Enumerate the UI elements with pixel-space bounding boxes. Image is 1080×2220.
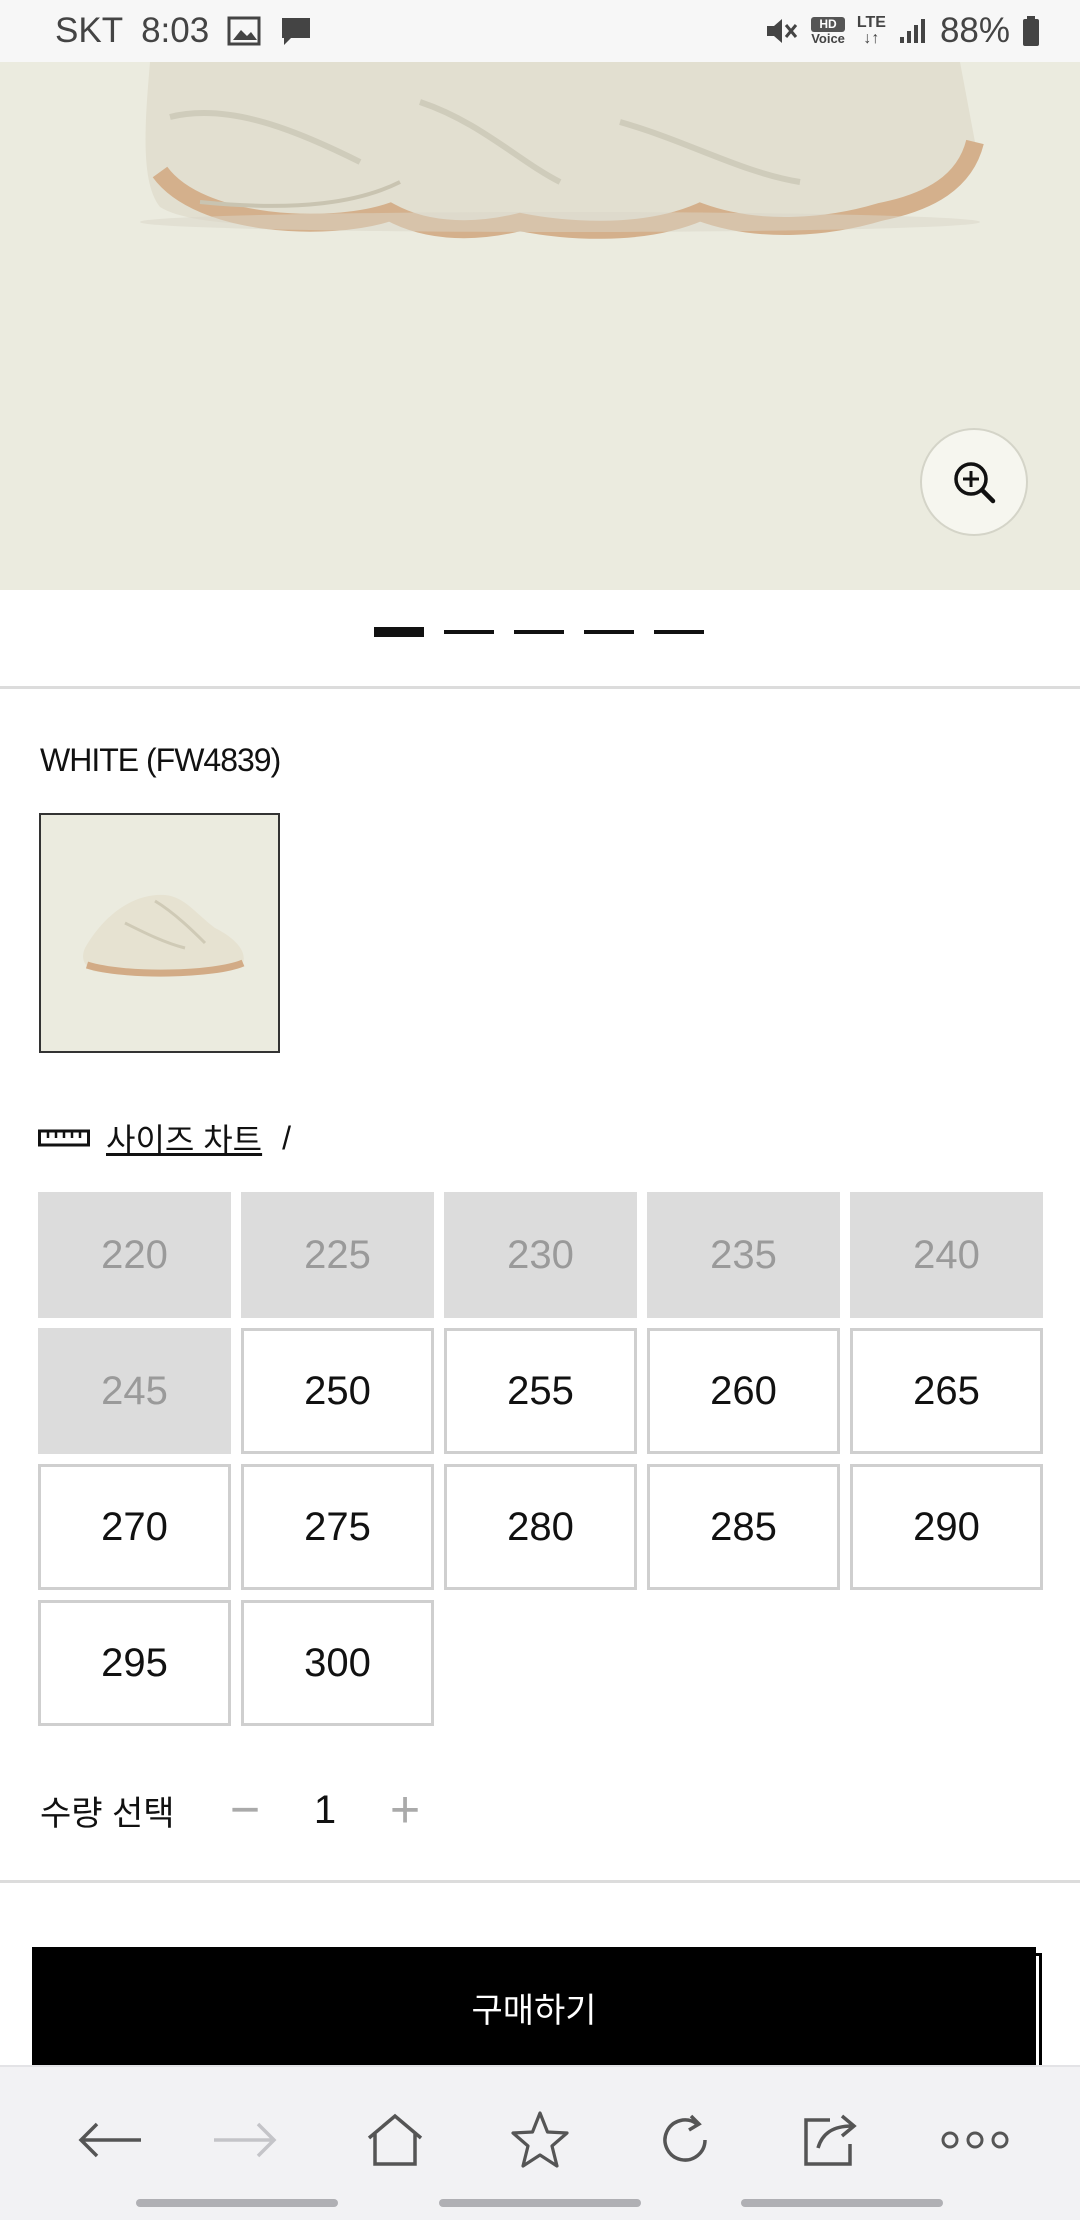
bookmark-button[interactable]	[500, 2105, 580, 2175]
more-button[interactable]	[935, 2105, 1015, 2175]
gesture-bar-center	[439, 2199, 641, 2207]
gesture-bar-right	[741, 2199, 943, 2207]
size-chart-link[interactable]: 사이즈 차트	[106, 1115, 262, 1161]
hd-label: HD	[811, 17, 845, 32]
hd-voice-icon: HD Voice	[811, 17, 845, 45]
quantity-label: 수량 선택	[40, 1794, 175, 1833]
sneaker-illustration	[140, 62, 984, 239]
image-notification-icon	[227, 16, 261, 46]
home-icon	[367, 2113, 423, 2166]
size-grid: 220 225 230 235 240 245 250 255 260 265 270 275 280 2…	[38, 1192, 1044, 1726]
size-option-290[interactable]: 290	[850, 1464, 1043, 1590]
quantity-value: 1	[313, 1787, 337, 1832]
quantity-decrease-button[interactable]: −	[220, 1780, 270, 1840]
browser-toolbar	[0, 2065, 1080, 2220]
buy-button[interactable]: 구매하기	[32, 1947, 1036, 2067]
clock: 8:03	[141, 11, 210, 50]
size-option-235: 235	[647, 1192, 840, 1318]
size-option-285[interactable]: 285	[647, 1464, 840, 1590]
section-divider	[0, 686, 1080, 689]
gesture-bar-left	[136, 2199, 338, 2207]
forward-icon	[214, 2122, 277, 2158]
refresh-icon	[663, 2114, 707, 2162]
pager-dot-2[interactable]	[444, 630, 494, 634]
more-icon	[941, 2131, 1009, 2149]
size-option-225: 225	[241, 1192, 434, 1318]
carrier-label: SKT	[55, 11, 124, 50]
size-option-275[interactable]: 275	[241, 1464, 434, 1590]
color-label: WHITE (FW4839)	[40, 742, 281, 778]
size-option-280[interactable]: 280	[444, 1464, 637, 1590]
size-chart-row: 사이즈 차트 /	[38, 1115, 291, 1161]
voice-label: Voice	[811, 31, 845, 46]
swatch-sneaker-thumbnail	[82, 894, 244, 977]
share-button[interactable]	[790, 2105, 870, 2175]
lte-label: LTE	[856, 14, 886, 31]
size-option-300[interactable]: 300	[241, 1600, 434, 1726]
size-option-265[interactable]: 265	[850, 1328, 1043, 1454]
section-divider-2	[0, 1880, 1080, 1883]
back-icon	[78, 2122, 141, 2158]
color-swatch-white[interactable]	[39, 813, 280, 1053]
zoom-button[interactable]	[920, 428, 1028, 536]
pager-dot-5[interactable]	[654, 630, 704, 634]
size-chart-separator: /	[282, 1119, 291, 1156]
pager-dot-3[interactable]	[514, 630, 564, 634]
back-button[interactable]	[70, 2105, 150, 2175]
home-button[interactable]	[355, 2105, 435, 2175]
refresh-button[interactable]	[645, 2105, 725, 2175]
status-left: SKT 8:03	[55, 11, 313, 51]
message-notification-icon	[279, 15, 313, 47]
status-bar: SKT 8:03 HD Voice LTE ↓↑ 88%	[0, 0, 1080, 62]
signal-icon	[898, 17, 928, 45]
size-option-245: 245	[38, 1328, 231, 1454]
size-option-230: 230	[444, 1192, 637, 1318]
share-icon	[804, 2114, 857, 2166]
mute-icon	[765, 16, 799, 46]
size-option-240: 240	[850, 1192, 1043, 1318]
bookmark-star-icon	[511, 2111, 569, 2168]
quantity-row: 수량 선택 − 1 +	[40, 1780, 430, 1840]
battery-percent: 88%	[939, 11, 1010, 50]
size-option-295[interactable]: 295	[38, 1600, 231, 1726]
quantity-increase-button[interactable]: +	[380, 1780, 430, 1840]
lte-icon: LTE ↓↑	[856, 14, 886, 47]
ruler-icon	[38, 1120, 90, 1157]
size-option-270[interactable]: 270	[38, 1464, 231, 1590]
size-option-250[interactable]: 250	[241, 1328, 434, 1454]
zoom-in-icon	[954, 462, 996, 504]
pager-dot-1[interactable]	[374, 627, 424, 637]
forward-button[interactable]	[205, 2105, 285, 2175]
image-pager	[374, 627, 704, 637]
product-image[interactable]	[0, 62, 1080, 590]
size-option-220: 220	[38, 1192, 231, 1318]
battery-icon	[1022, 16, 1040, 46]
pager-dot-4[interactable]	[584, 630, 634, 634]
size-option-255[interactable]: 255	[444, 1328, 637, 1454]
size-option-260[interactable]: 260	[647, 1328, 840, 1454]
status-right: HD Voice LTE ↓↑ 88%	[765, 11, 1040, 51]
